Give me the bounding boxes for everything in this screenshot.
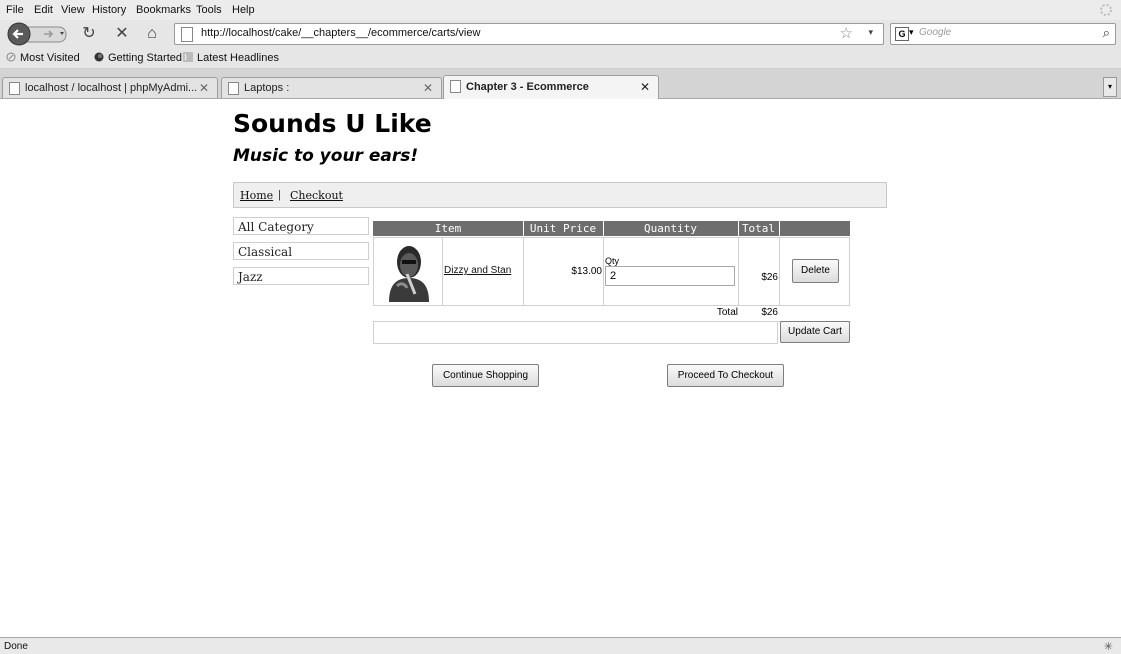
- update-row: [373, 321, 778, 344]
- header-item: Item: [373, 221, 523, 236]
- cell-divider: [442, 237, 443, 306]
- quantity-input[interactable]: 2: [605, 266, 735, 286]
- url-text[interactable]: http://localhost/cake/__chapters__/ecomm…: [201, 27, 480, 39]
- nav-checkout-link[interactable]: Checkout: [290, 189, 343, 202]
- cell-divider: [779, 237, 780, 306]
- header-unit-price: Unit Price: [523, 221, 603, 236]
- cart-table: Item Unit Price Quantity Total Dizzy and…: [372, 221, 851, 344]
- continue-shopping-button[interactable]: Continue Shopping: [432, 364, 539, 387]
- bookmark-star-icon[interactable]: ☆: [840, 24, 853, 42]
- bookmark-getting-started[interactable]: Getting Started: [94, 52, 182, 64]
- bookmark-label: Most Visited: [20, 52, 80, 64]
- menu-history[interactable]: History: [92, 4, 126, 16]
- tab-laptops[interactable]: Laptops : ✕: [221, 77, 442, 98]
- navigation-toolbar: ↻ ✕ ⌂ http://localhost/cake/__chapters__…: [0, 20, 1121, 48]
- status-text: Done: [4, 641, 28, 652]
- menu-bar: File Edit View History Bookmarks Tools H…: [0, 0, 1121, 20]
- bookmark-label: Latest Headlines: [197, 52, 279, 64]
- total-row: [373, 306, 851, 322]
- page-icon: [228, 82, 239, 95]
- header-divider: [738, 221, 739, 236]
- proceed-to-checkout-button[interactable]: Proceed To Checkout: [667, 364, 784, 387]
- menu-tools[interactable]: Tools: [196, 4, 222, 16]
- back-forward-buttons[interactable]: [6, 22, 70, 46]
- bookmark-most-visited[interactable]: Most Visited: [6, 52, 80, 64]
- stop-icon[interactable]: ✕: [113, 25, 131, 43]
- nav-home-link[interactable]: Home: [240, 189, 273, 202]
- url-dropdown-icon[interactable]: ▾: [868, 27, 873, 38]
- address-bar[interactable]: http://localhost/cake/__chapters__/ecomm…: [174, 23, 884, 45]
- search-box[interactable]: G ▾ Google ⌕: [890, 23, 1116, 45]
- loading-throbber-icon: [1100, 4, 1112, 16]
- firefox-icon: [94, 52, 104, 62]
- cell-divider: [603, 237, 604, 306]
- tab-label: Laptops :: [244, 82, 290, 94]
- bookmark-latest-headlines[interactable]: Latest Headlines: [183, 52, 279, 64]
- total-label: Total: [716, 307, 738, 318]
- site-navigation: Home | Checkout: [233, 182, 887, 208]
- tab-strip: localhost / localhost | phpMyAdmi... ✕ L…: [0, 69, 1121, 99]
- menu-file[interactable]: File: [6, 4, 24, 16]
- google-engine-icon[interactable]: G: [895, 27, 909, 41]
- page-icon: [450, 80, 461, 93]
- close-tab-icon[interactable]: ✕: [640, 80, 650, 94]
- home-icon[interactable]: ⌂: [143, 25, 161, 43]
- site-tagline: Music to your ears!: [233, 146, 419, 166]
- header-total: Total: [738, 221, 779, 236]
- site-title: Sounds U Like: [233, 109, 432, 138]
- resize-grip-icon[interactable]: ✳: [1104, 640, 1113, 653]
- tab-label: Chapter 3 - Ecommerce: [466, 81, 589, 93]
- header-divider: [779, 221, 780, 236]
- item-link[interactable]: Dizzy and Stan: [444, 265, 511, 276]
- phpmyadmin-icon: [9, 82, 20, 95]
- close-tab-icon[interactable]: ✕: [423, 81, 433, 95]
- cell-divider: [523, 237, 524, 306]
- rss-feed-icon: [183, 52, 193, 62]
- category-classical[interactable]: Classical: [233, 242, 369, 260]
- album-cover-image: [389, 246, 429, 302]
- search-placeholder[interactable]: Google: [919, 27, 951, 38]
- engine-dropdown-icon[interactable]: ▾: [909, 27, 914, 38]
- update-cart-button[interactable]: Update Cart: [780, 321, 850, 343]
- page-icon: [181, 27, 193, 42]
- category-all[interactable]: All Category: [233, 217, 369, 235]
- header-action: [779, 221, 850, 236]
- header-divider: [523, 221, 524, 236]
- menu-bookmarks[interactable]: Bookmarks: [136, 4, 191, 16]
- tab-chapter3-ecommerce[interactable]: Chapter 3 - Ecommerce ✕: [443, 75, 659, 99]
- cell-divider: [738, 237, 739, 306]
- header-divider: [603, 221, 604, 236]
- unit-price: $13.00: [571, 266, 602, 277]
- menu-view[interactable]: View: [61, 4, 85, 16]
- status-bar: Done ✳: [0, 637, 1121, 654]
- row-total: $26: [761, 272, 778, 283]
- tab-label: localhost / localhost | phpMyAdmi...: [25, 82, 198, 94]
- nav-separator: |: [278, 189, 281, 201]
- list-all-tabs-icon[interactable]: ▾: [1103, 77, 1117, 97]
- most-visited-icon: [6, 52, 16, 62]
- close-tab-icon[interactable]: ✕: [199, 81, 209, 95]
- category-jazz[interactable]: Jazz: [233, 267, 369, 285]
- delete-button[interactable]: Delete: [792, 259, 839, 283]
- total-value: $26: [761, 307, 778, 318]
- bookmark-label: Getting Started: [108, 52, 182, 64]
- bookmarks-toolbar: Most Visited Getting Started Latest Head…: [0, 48, 1121, 69]
- qty-label: Qty: [605, 256, 620, 266]
- search-icon[interactable]: ⌕: [1103, 25, 1110, 41]
- menu-edit[interactable]: Edit: [34, 4, 53, 16]
- menu-help[interactable]: Help: [232, 4, 255, 16]
- reload-icon[interactable]: ↻: [80, 25, 98, 43]
- tab-phpmyadmin[interactable]: localhost / localhost | phpMyAdmi... ✕: [2, 77, 218, 98]
- header-quantity: Quantity: [603, 221, 738, 236]
